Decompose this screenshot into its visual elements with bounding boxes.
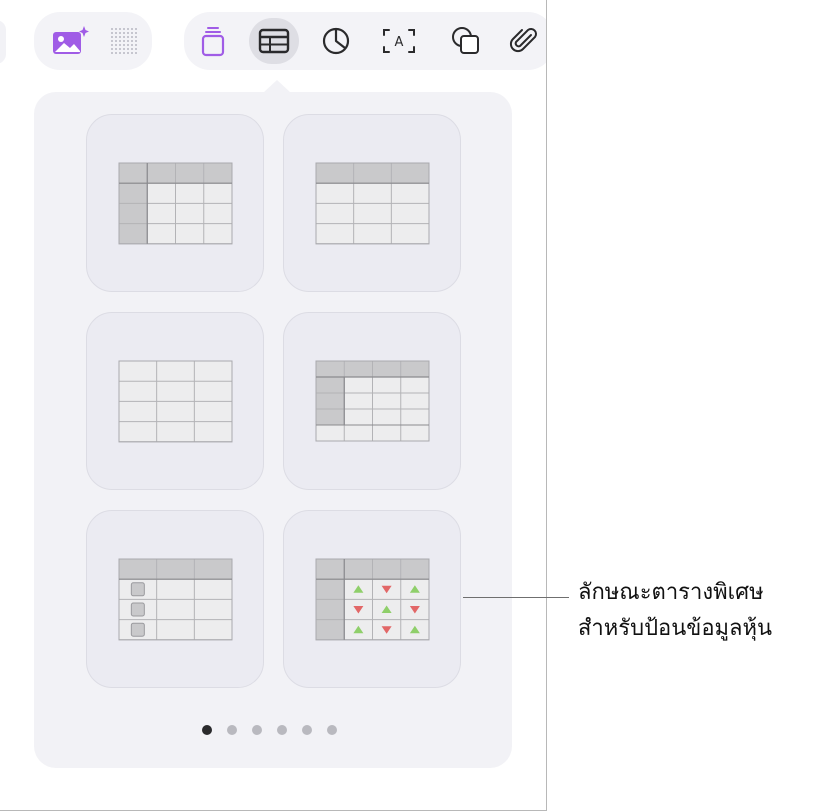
table-icon[interactable]: [249, 18, 299, 64]
page-dot[interactable]: [302, 725, 312, 735]
table-style-tile[interactable]: [283, 114, 461, 292]
table-style-tile[interactable]: [86, 114, 264, 292]
table-style-tile[interactable]: [86, 510, 264, 688]
text-box-icon[interactable]: A: [377, 19, 421, 63]
text-box-glyph: A: [395, 35, 404, 50]
insert-toolbar-group: [184, 12, 546, 70]
left-toolbar-edge: [0, 20, 6, 64]
page-indicator[interactable]: [202, 725, 337, 737]
callout-line: [463, 597, 569, 598]
callout-line-1: ลักษณะตารางพิเศษ: [578, 580, 764, 605]
stack-icon[interactable]: [191, 19, 235, 63]
callout-label: ลักษณะตารางพิเศษ สำหรับป้อนข้อมูลหุ้น: [578, 575, 818, 647]
table-picker-window: A: [0, 0, 547, 811]
dot-grid-icon[interactable]: [102, 19, 146, 63]
image-sparkle-icon[interactable]: [48, 19, 92, 63]
table-style-tile[interactable]: [86, 312, 264, 490]
page-dot[interactable]: [327, 725, 337, 735]
page-dot[interactable]: [252, 725, 262, 735]
chart-icon[interactable]: [314, 19, 358, 63]
paperclip-icon[interactable]: [502, 19, 546, 63]
callout-line-2: สำหรับป้อนข้อมูลหุ้น: [578, 616, 773, 641]
table-style-tile-stock[interactable]: [283, 510, 461, 688]
shapes-icon[interactable]: [444, 19, 488, 63]
page-dot[interactable]: [202, 725, 212, 735]
page-dot[interactable]: [277, 725, 287, 735]
page-dot[interactable]: [227, 725, 237, 735]
table-style-tile[interactable]: [283, 312, 461, 490]
